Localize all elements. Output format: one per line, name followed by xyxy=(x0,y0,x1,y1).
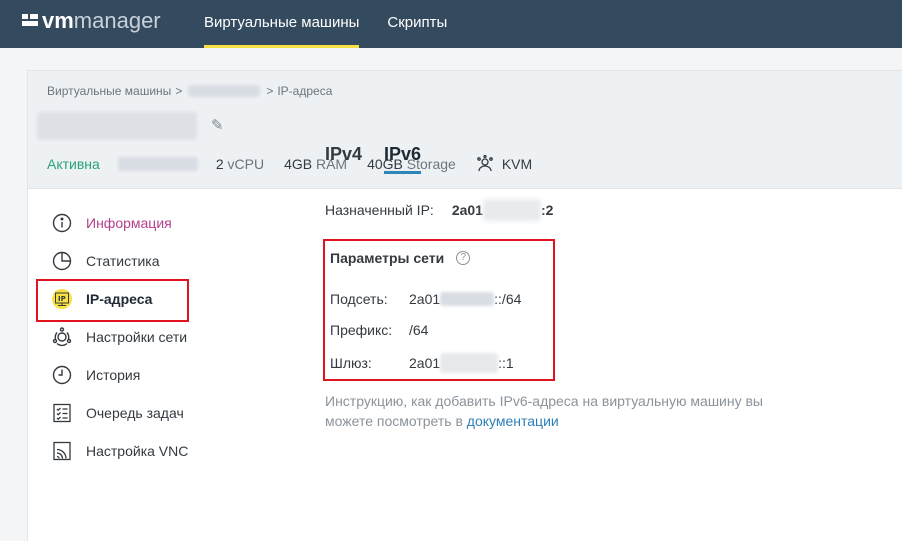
prefix-value: /64 xyxy=(409,322,429,338)
gateway-redacted xyxy=(440,353,499,373)
sidebar-item-info[interactable]: Информация xyxy=(36,204,196,242)
vm-cpu: 2 vCPU xyxy=(215,156,265,172)
status-badge: Активна xyxy=(47,156,100,172)
sidebar-item-vnc-settings[interactable]: Настройка VNC xyxy=(36,432,196,470)
kvm-icon xyxy=(476,155,493,172)
breadcrumb-root[interactable]: Виртуальные машины xyxy=(47,84,171,98)
pie-chart-icon xyxy=(52,251,72,271)
vm-virtualization: KVM xyxy=(476,155,532,173)
sidebar-item-label: Настройка VNC xyxy=(86,443,189,459)
documentation-link[interactable]: документации xyxy=(467,413,559,429)
checklist-icon xyxy=(52,403,72,423)
sidebar-item-history[interactable]: История xyxy=(36,356,196,394)
prefix-label: Префикс: xyxy=(330,322,393,338)
network-params-title: Параметры сети ? xyxy=(330,250,471,266)
breadcrumb-separator: > xyxy=(266,84,274,98)
network-icon xyxy=(52,327,72,347)
breadcrumb-current: IP-адреса xyxy=(277,84,333,98)
main-content: IPv4 IPv6 xyxy=(325,140,443,174)
network-params-box: Параметры сети ? Подсеть: 2a01 ::/64 Пре… xyxy=(323,239,555,381)
subnet-label: Подсеть: xyxy=(330,291,388,307)
gateway-value: 2a01 ::1 xyxy=(409,353,514,373)
breadcrumb-separator: > xyxy=(175,84,183,98)
ip-tabs: IPv4 IPv6 xyxy=(325,140,443,174)
info-icon xyxy=(52,213,72,233)
vnc-icon xyxy=(52,441,72,461)
nav-virtual-machines[interactable]: Виртуальные машины xyxy=(190,0,373,48)
sidebar-item-label: Информация xyxy=(86,215,172,231)
vm-title-redacted xyxy=(37,112,197,140)
tab-ipv4[interactable]: IPv4 xyxy=(325,140,362,174)
clock-icon xyxy=(52,365,72,385)
assigned-ip-label: Назначенный IP: xyxy=(325,202,434,218)
nav-scripts[interactable]: Скрипты xyxy=(373,0,461,48)
sidebar: Информация Статистика IP IP-адреса Настр… xyxy=(36,204,196,470)
vm-ip-redacted xyxy=(117,157,198,171)
vm-header: Виртуальные машины > > IP-адреса ✎ Актив… xyxy=(28,71,902,189)
tab-ipv6[interactable]: IPv6 xyxy=(384,140,422,174)
prefix-row: Префикс: /64 xyxy=(330,322,428,338)
vm-meta: Активна 2 vCPU 4GB RAM 40GB Storage KVM xyxy=(47,155,532,173)
assigned-ip: Назначенный IP: 2a01 :2 xyxy=(325,199,553,221)
sidebar-item-label: Статистика xyxy=(86,253,160,269)
sidebar-item-task-queue[interactable]: Очередь задач xyxy=(36,394,196,432)
subnet-row: Подсеть: 2a01 ::/64 xyxy=(330,291,521,307)
breadcrumb: Виртуальные машины > > IP-адреса xyxy=(47,84,332,98)
pencil-icon[interactable]: ✎ xyxy=(211,118,227,134)
gateway-row: Шлюз: 2a01 ::1 xyxy=(330,353,514,373)
ipv6-instructions-note: Инструкцию, как добавить IPv6-адреса на … xyxy=(325,393,763,429)
subnet-value: 2a01 ::/64 xyxy=(409,291,522,307)
vm-title-row: ✎ xyxy=(37,109,227,143)
logo-mark-icon xyxy=(22,14,38,26)
gateway-label: Шлюз: xyxy=(330,355,372,371)
sidebar-item-label: Настройки сети xyxy=(86,329,188,345)
sidebar-item-network-settings[interactable]: Настройки сети xyxy=(36,318,196,356)
breadcrumb-vm-name-redacted[interactable] xyxy=(188,85,261,97)
sidebar-item-label: История xyxy=(86,367,141,383)
sidebar-item-label: Очередь задач xyxy=(86,405,184,421)
assigned-ip-value: 2a01 :2 xyxy=(452,199,553,221)
sidebar-item-statistics[interactable]: Статистика xyxy=(36,242,196,280)
top-bar: vmmanager Виртуальные машины Скрипты xyxy=(0,0,902,48)
highlight-frame-sidebar xyxy=(36,279,189,322)
logo-text: vmmanager xyxy=(42,8,161,33)
main-nav: Виртуальные машины Скрипты xyxy=(190,0,461,48)
subnet-redacted xyxy=(440,292,495,306)
help-icon[interactable]: ? xyxy=(456,251,471,265)
assigned-ip-redacted xyxy=(482,199,541,221)
